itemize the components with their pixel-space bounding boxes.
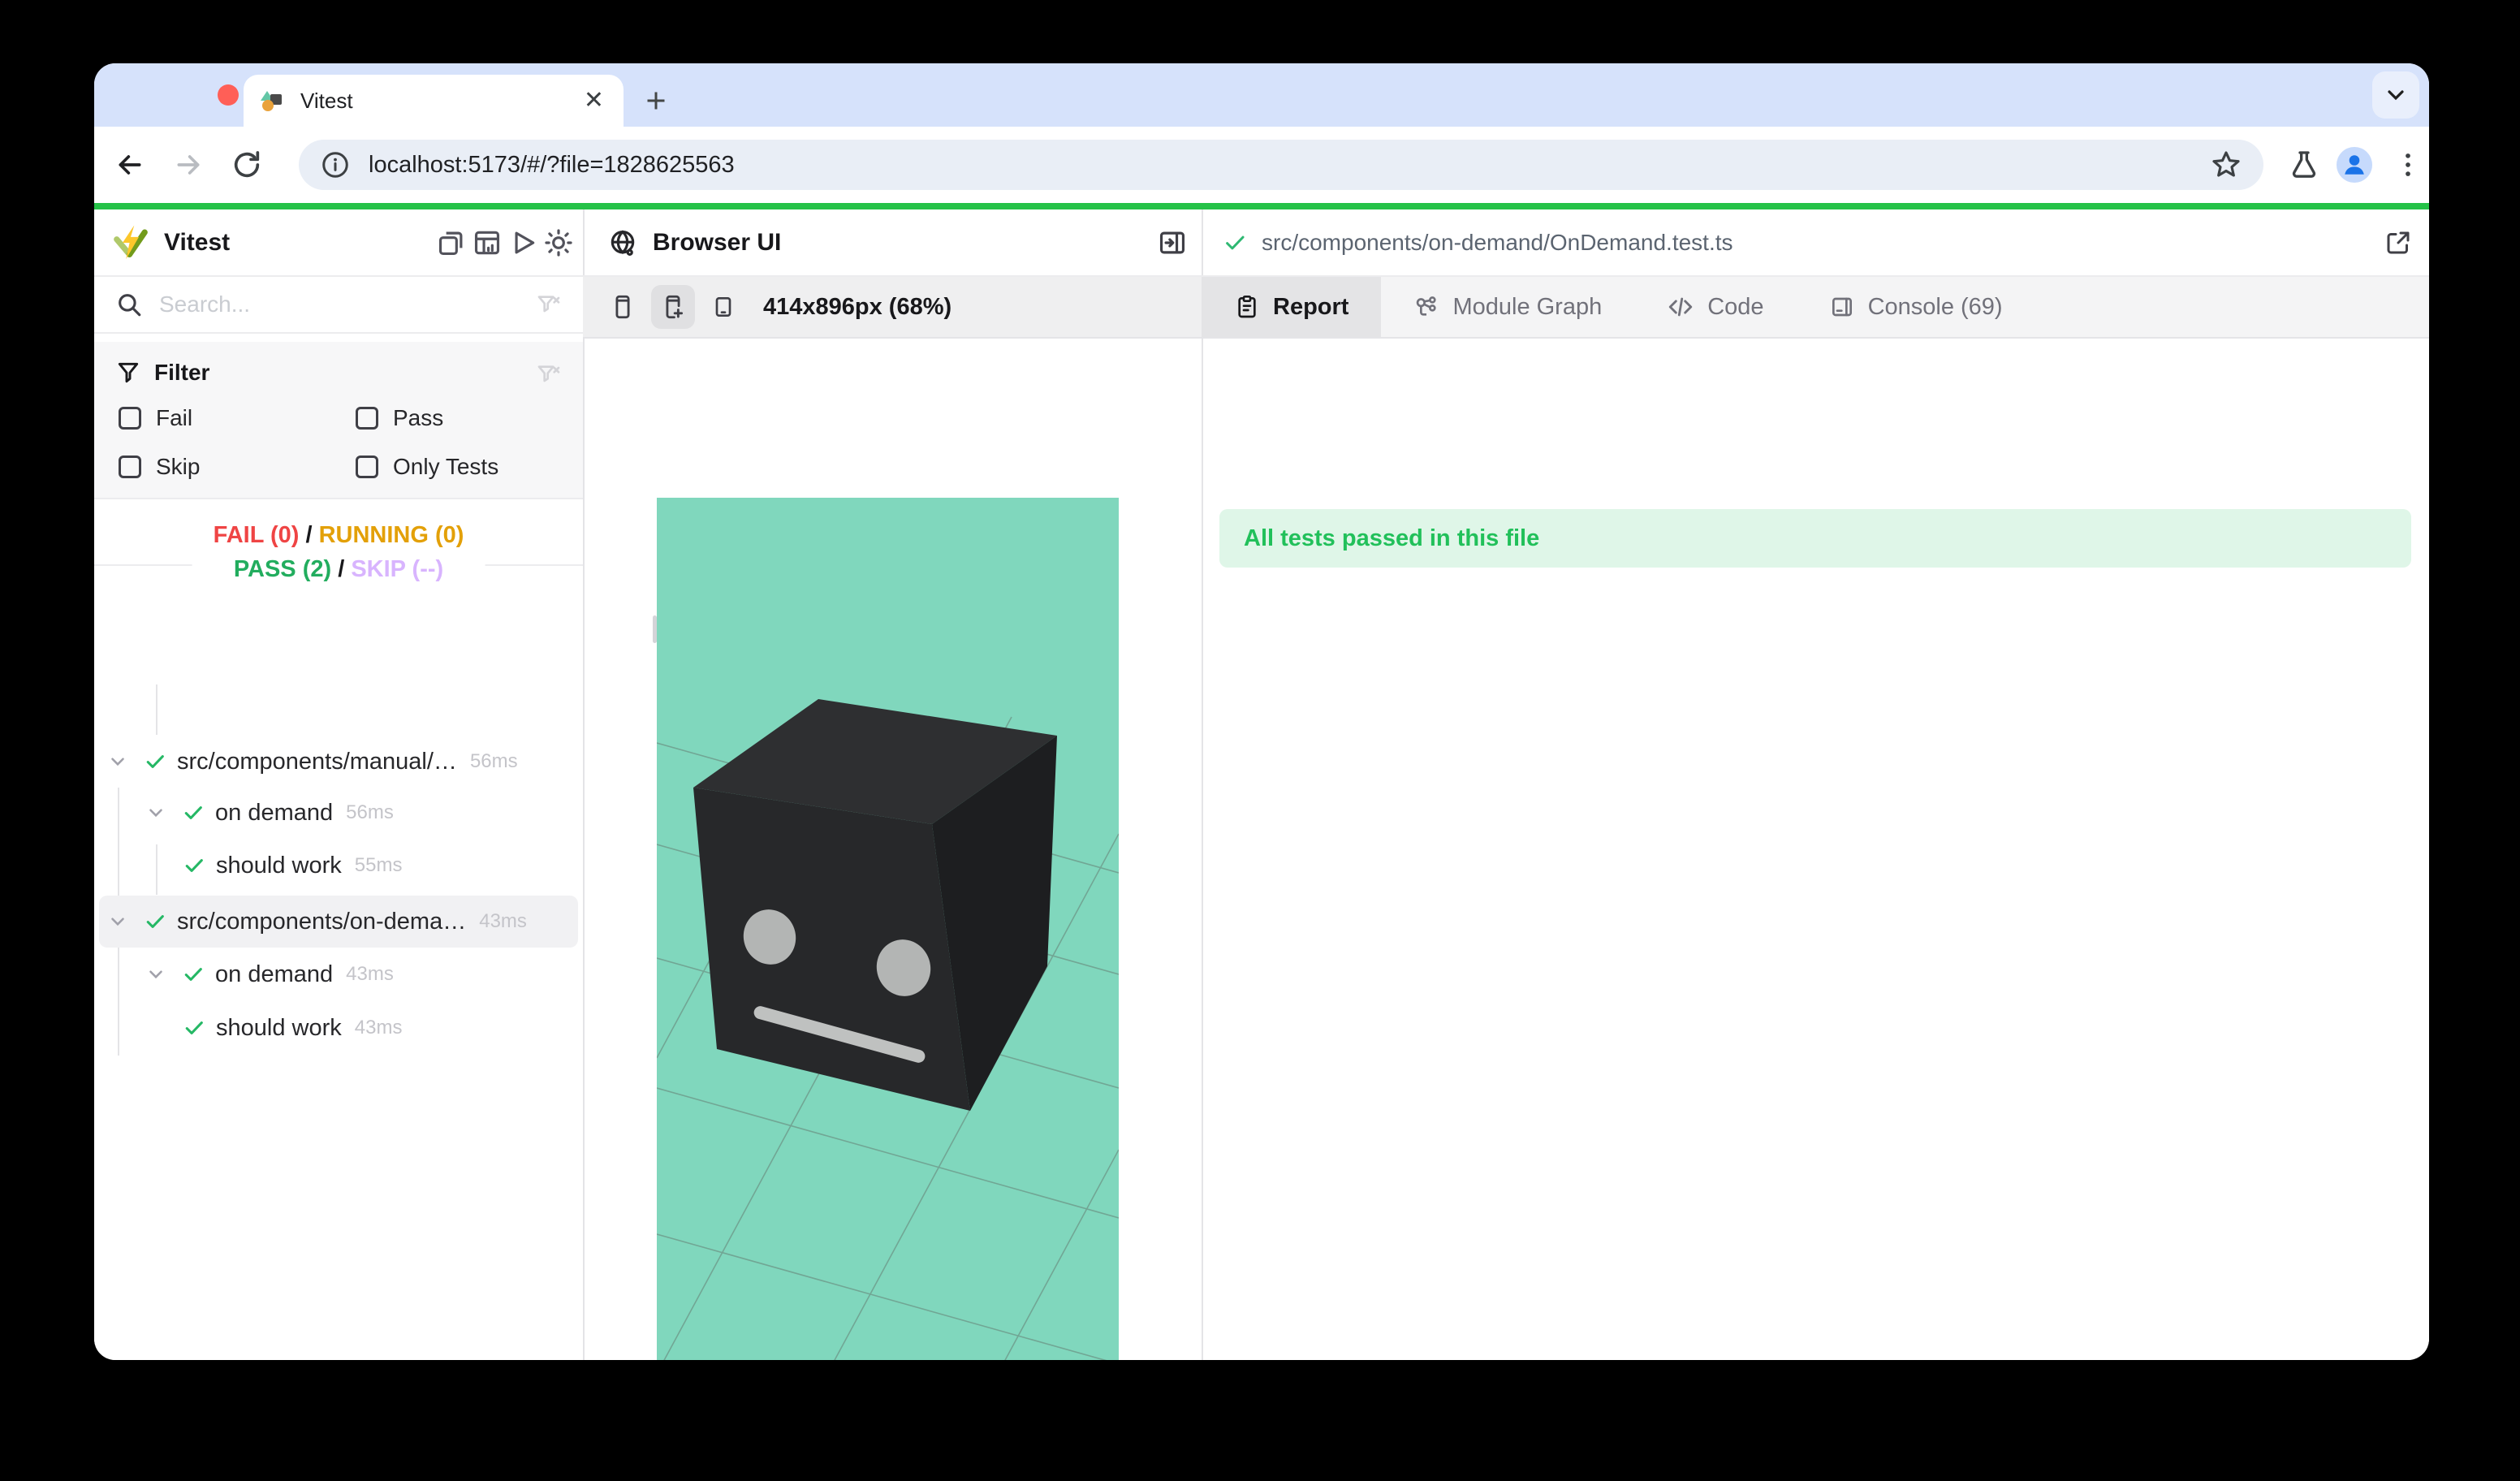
browser-tab[interactable]: Vitest ✕ [244,75,624,127]
theme-toggle-icon[interactable] [541,225,576,261]
filter-panel: Filter Fail Pass Skip [94,342,583,499]
open-in-editor-icon[interactable] [2380,225,2416,261]
vitest-logo [112,224,149,261]
device-toolbar: 414x896px (68%) [583,277,1202,339]
desktop-background: Vitest ✕ [0,0,2520,1481]
tab-code[interactable]: Code [1634,277,1796,337]
tab-console[interactable]: Console (69) [1797,277,2035,337]
search-input[interactable] [158,291,536,318]
browser-window: Vitest ✕ [94,63,2429,1360]
file-pass-check-icon [1223,231,1247,255]
browser-ui-title: Browser UI [653,229,781,257]
all-passed-banner: All tests passed in this file [1219,509,2411,568]
browser-preview-canvas[interactable] [657,498,1119,1360]
pass-checkbox[interactable] [356,407,378,430]
search-icon [115,291,143,318]
pass-check-icon [175,801,212,824]
pass-check-icon [136,910,174,933]
experiments-flask-icon[interactable] [2286,147,2322,183]
device-tablet-icon[interactable] [701,285,745,329]
sidebar-header: Vitest [94,209,583,277]
tree-file-row-selected[interactable]: src/components/on-dema… 43ms [99,896,578,948]
skip-checkbox[interactable] [119,456,141,478]
filter-title: Filter [154,360,209,386]
address-bar[interactable]: localhost:5173/#/?file=1828625563 [299,140,2263,190]
browser-menu-icon[interactable] [2390,147,2426,183]
app-title: Vitest [164,229,230,257]
reload-button[interactable] [229,147,265,183]
profile-avatar[interactable] [2337,147,2372,183]
search-row [94,277,583,334]
chevron-down-icon[interactable] [99,911,136,932]
url-text[interactable]: localhost:5173/#/?file=1828625563 [369,152,2210,179]
chevron-down-icon[interactable] [99,751,136,772]
back-button[interactable] [112,147,148,183]
filter-funnel-icon [115,360,141,386]
globe-icon [607,227,638,258]
summary-line-1: FAIL (0) / RUNNING (0) [214,518,464,552]
threejs-robot-scene [657,498,1119,1360]
filter-option-pass[interactable]: Pass [356,405,443,431]
pass-check-icon [175,963,212,986]
vitest-ui: Vitest [94,209,2429,1360]
summary-line-2: PASS (2) / SKIP (--) [214,552,464,586]
tree-guide-line [156,684,158,735]
clear-filters-icon[interactable] [536,361,562,387]
traffic-light-close[interactable] [218,84,239,106]
robot-cube [693,699,1057,1111]
pass-check-icon [136,750,174,773]
tree-file-row[interactable]: src/components/manual/… 56ms [99,736,578,788]
tree-suite-row[interactable]: on demand 56ms [99,787,578,839]
fail-checkbox[interactable] [119,407,141,430]
panel-divider[interactable] [1202,209,1203,1360]
device-phone-icon[interactable] [601,285,645,329]
test-tree: src/components/manual/… 56ms on demand 5… [94,615,583,1346]
run-all-icon[interactable] [505,225,541,261]
device-phone-plus-icon[interactable] [651,285,695,329]
test-file-path: src/components/on-demand/OnDemand.test.t… [1262,230,1733,256]
browser-toolbar: localhost:5173/#/?file=1828625563 [94,127,2429,203]
site-info-icon[interactable] [320,149,351,180]
banner-text: All tests passed in this file [1244,525,1539,552]
filter-option-only-tests[interactable]: Only Tests [356,454,498,480]
filter-option-fail[interactable]: Fail [119,405,192,431]
chevron-down-icon[interactable] [137,802,175,823]
results-header: src/components/on-demand/OnDemand.test.t… [1202,209,2429,277]
tab-close-icon[interactable]: ✕ [580,85,607,116]
test-progress-strip [94,203,2429,209]
results-tabs: Report Module Graph Code Console (69) [1202,277,2429,339]
new-tab-button[interactable] [636,81,675,120]
bookmark-star-icon[interactable] [2210,149,2242,181]
browser-ui-header: Browser UI [583,209,1202,277]
pass-check-icon [175,854,213,877]
forward-button[interactable] [170,147,206,183]
tab-module-graph[interactable]: Module Graph [1381,277,1634,337]
clear-search-filter-icon[interactable] [536,291,562,317]
test-summary: FAIL (0) / RUNNING (0) PASS (2) / SKIP (… [94,518,583,615]
dashboard-icon[interactable] [469,225,505,261]
tree-suite-row[interactable]: on demand 43ms [99,948,578,1000]
chevron-down-icon[interactable] [137,964,175,985]
only-tests-checkbox[interactable] [356,456,378,478]
sidebar-divider[interactable] [583,209,585,1360]
viewport-size-label: 414x896px (68%) [763,294,951,321]
tab-report[interactable]: Report [1202,277,1381,337]
open-panel-right-icon[interactable] [1154,225,1190,261]
pass-check-icon [175,1017,213,1039]
tab-title: Vitest [300,89,580,114]
collapse-panels-icon[interactable] [434,225,469,261]
tab-search-button[interactable] [2372,71,2419,119]
filter-option-skip[interactable]: Skip [119,454,200,480]
tab-strip: Vitest ✕ [94,63,2429,127]
tree-test-row[interactable]: should work 43ms [99,1002,578,1054]
tree-test-row[interactable]: should work 55ms [99,840,578,892]
vitest-favicon [260,88,286,114]
